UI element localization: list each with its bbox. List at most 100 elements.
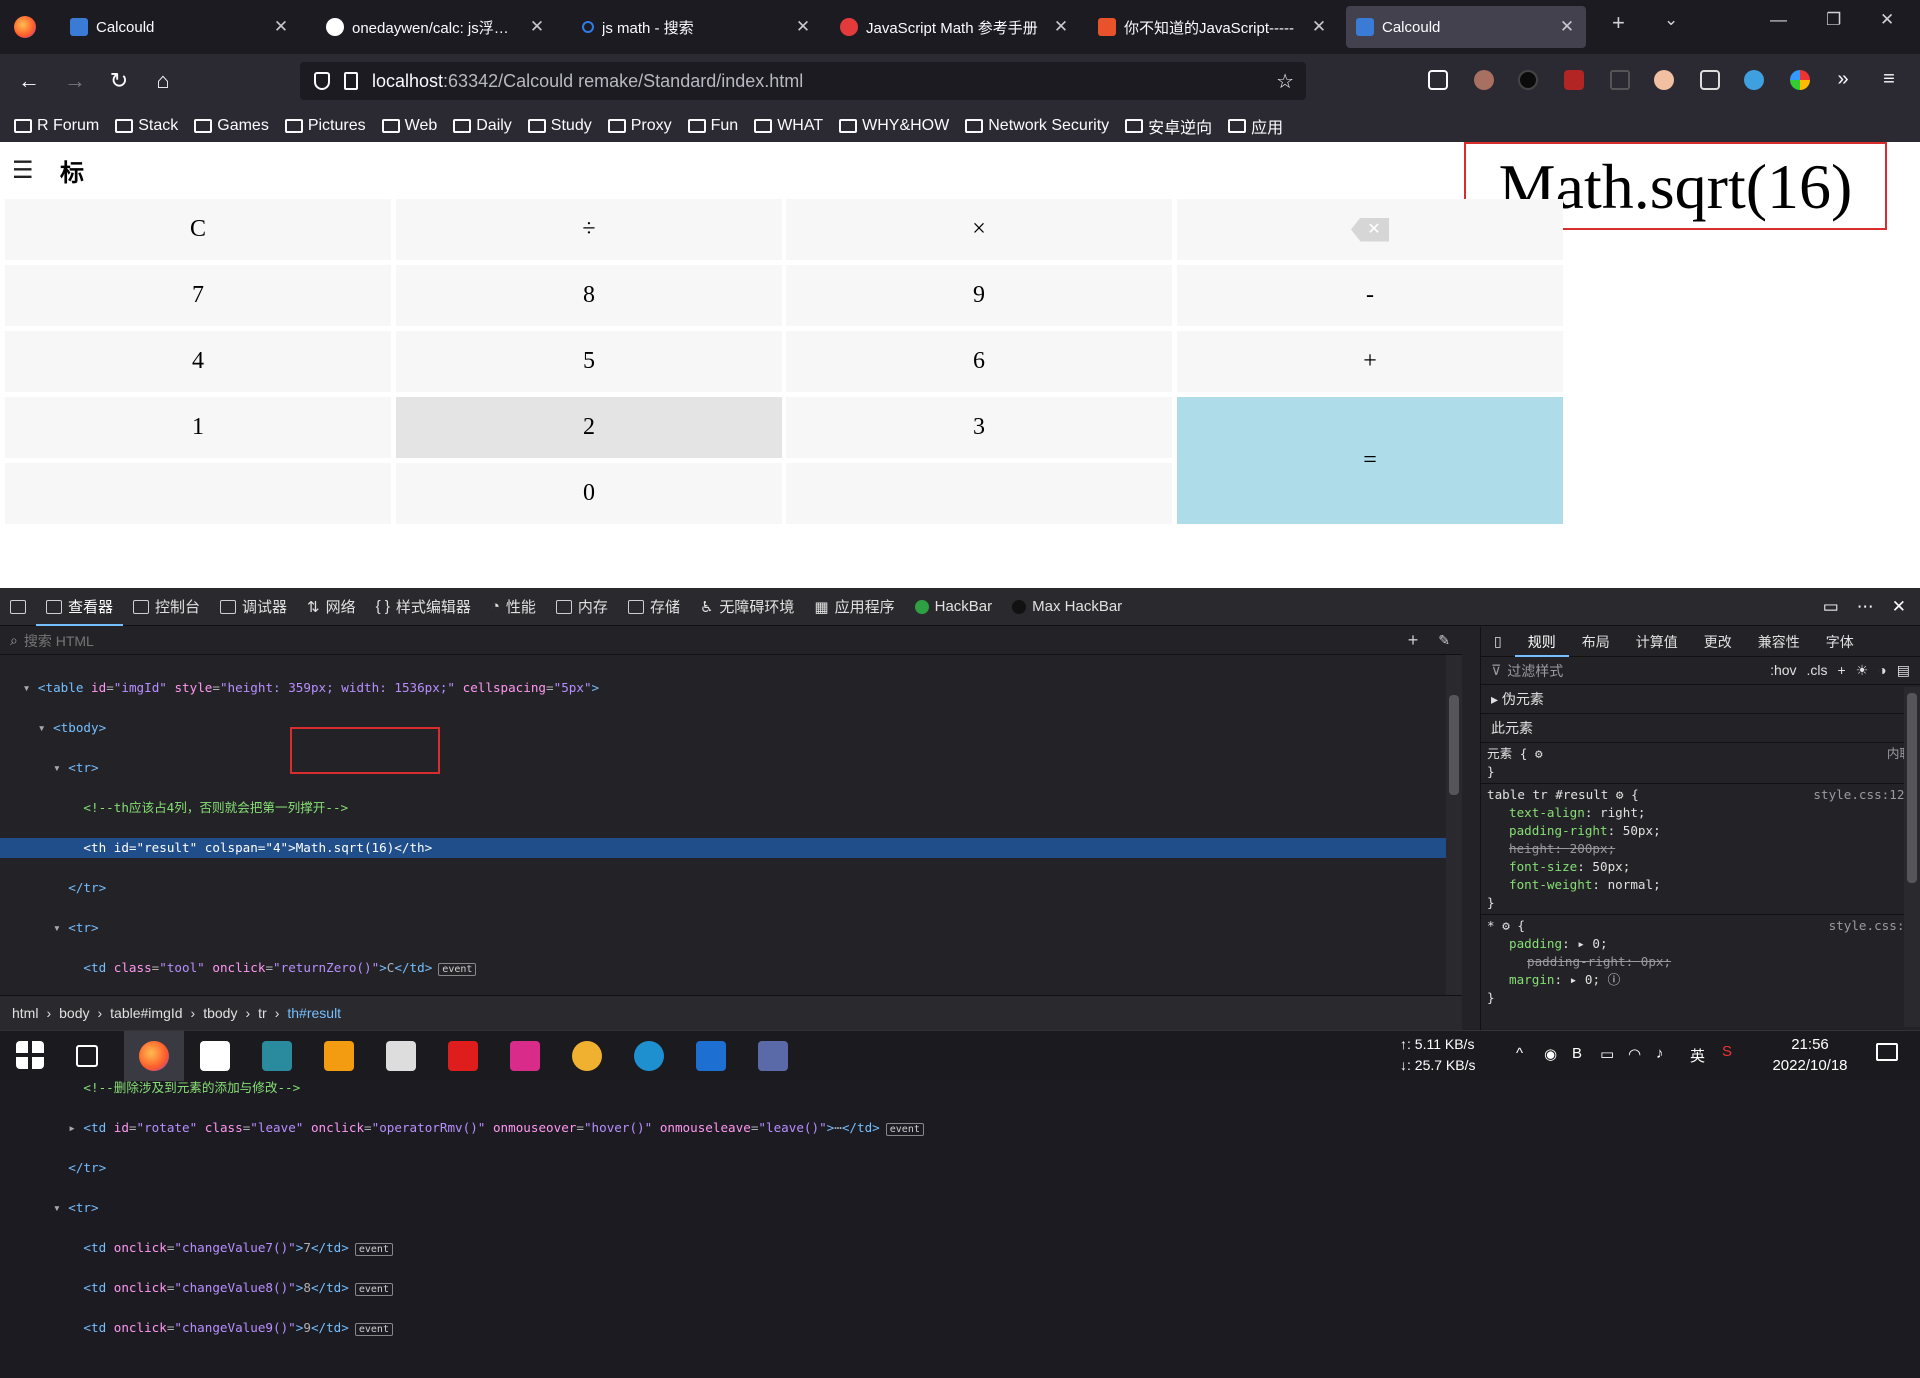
event-badge[interactable]: event bbox=[885, 1123, 924, 1136]
tree-node-tr-close[interactable]: </tr> bbox=[0, 878, 1462, 898]
tray-b-icon[interactable]: B bbox=[1572, 1045, 1582, 1062]
tab-style-editor[interactable]: { } 样式编辑器 bbox=[366, 588, 481, 626]
key-divide[interactable]: ÷ bbox=[396, 199, 782, 260]
bookmark-network-security[interactable]: Network Security bbox=[965, 117, 1109, 135]
close-tab-icon[interactable]: ✕ bbox=[528, 17, 546, 37]
tree-node-th-result[interactable]: <th id="result" colspan="4">Math.sqrt(16… bbox=[0, 838, 1462, 858]
event-badge[interactable]: event bbox=[354, 1323, 393, 1336]
pen-app-icon[interactable] bbox=[262, 1041, 292, 1071]
clock-time[interactable]: 21:56 bbox=[1770, 1036, 1850, 1053]
translate-extension-icon[interactable] bbox=[1744, 70, 1764, 90]
gear-icon[interactable]: ⚙ bbox=[1616, 787, 1624, 802]
toggle-layout-icon[interactable]: ▯ bbox=[1481, 627, 1515, 657]
bookmark-android-reverse[interactable]: 安卓逆向 bbox=[1125, 114, 1212, 138]
tab-compatibility[interactable]: 兼容性 bbox=[1745, 627, 1813, 657]
clock-date[interactable]: 2022/10/18 bbox=[1760, 1057, 1860, 1074]
calculator-icon[interactable] bbox=[758, 1041, 788, 1071]
tree-node-td-clear[interactable]: <td class="tool" onclick="returnZero()">… bbox=[0, 958, 1462, 978]
shield-icon[interactable] bbox=[314, 72, 330, 90]
tab-inspector[interactable]: 查看器 bbox=[36, 588, 123, 626]
dark-theme-icon[interactable]: ◑ bbox=[1878, 662, 1886, 679]
tab-accessibility[interactable]: ♿ 无障碍环境 bbox=[690, 588, 804, 626]
bookmark-pictures[interactable]: Pictures bbox=[284, 117, 366, 135]
key-1[interactable]: 1 bbox=[5, 397, 391, 458]
tree-node-tr[interactable]: ▾ <tr> bbox=[0, 1198, 1462, 1218]
key-backspace[interactable]: ✕ bbox=[1177, 199, 1563, 260]
webstorm-icon[interactable] bbox=[696, 1041, 726, 1071]
ime-indicator[interactable]: 英 bbox=[1690, 1045, 1705, 1066]
crumb-table[interactable]: table#imgId bbox=[110, 1005, 182, 1021]
key-row5c[interactable] bbox=[786, 463, 1172, 524]
tree-node-tr-close[interactable]: </tr> bbox=[0, 1158, 1462, 1178]
typora-icon[interactable] bbox=[200, 1041, 230, 1071]
crumb-html[interactable]: html bbox=[12, 1005, 38, 1021]
tab-storage[interactable]: 存储 bbox=[618, 588, 690, 626]
declaration[interactable]: font-weight: normal; bbox=[1487, 876, 1914, 894]
key-row5a[interactable] bbox=[5, 463, 391, 524]
rules-scrollbar[interactable] bbox=[1904, 687, 1920, 1027]
filter-styles[interactable]: ⊽ 过滤样式 :hov .cls + ☀ ◑ ▤ bbox=[1481, 657, 1920, 685]
key-minus[interactable]: - bbox=[1177, 265, 1563, 326]
close-tab-icon[interactable]: ✕ bbox=[794, 17, 812, 37]
declaration[interactable]: padding-right: 50px; bbox=[1487, 822, 1914, 840]
key-3[interactable]: 3 bbox=[786, 397, 1172, 458]
close-tab-icon[interactable]: ✕ bbox=[1310, 17, 1328, 37]
tab-computed[interactable]: 计算值 bbox=[1623, 627, 1691, 657]
tab-debugger[interactable]: 调试器 bbox=[210, 588, 297, 626]
colorful-extension-icon[interactable] bbox=[1790, 70, 1810, 90]
grid-extension-icon[interactable] bbox=[1610, 70, 1630, 90]
tree-node-comment[interactable]: <!--删除涉及到元素的添加与修改--> bbox=[0, 1078, 1462, 1098]
key-clear[interactable]: C bbox=[5, 199, 391, 260]
tray-app-icon[interactable]: ◉ bbox=[1544, 1045, 1557, 1063]
bookmark-daily[interactable]: Daily bbox=[453, 117, 512, 135]
eyedropper-icon[interactable]: ✎ bbox=[1438, 632, 1450, 649]
bookmark-why-how[interactable]: WHY&HOW bbox=[839, 117, 949, 135]
ublock-icon[interactable] bbox=[1564, 70, 1584, 90]
extension-dark-icon[interactable] bbox=[1518, 70, 1538, 90]
key-2[interactable]: 2 bbox=[396, 397, 782, 458]
crumb-body[interactable]: body bbox=[59, 1005, 89, 1021]
key-9[interactable]: 9 bbox=[786, 265, 1172, 326]
bookmark-what[interactable]: WHAT bbox=[754, 117, 823, 135]
bookmark-r-forum[interactable]: R Forum bbox=[14, 117, 99, 135]
tab-memory[interactable]: 内存 bbox=[546, 588, 618, 626]
close-window-icon[interactable]: ✕ bbox=[1880, 10, 1894, 30]
pocket-icon[interactable] bbox=[1428, 70, 1448, 90]
notification-icon[interactable] bbox=[1876, 1043, 1898, 1061]
tab-js-math[interactable]: JavaScript Math 参考手册 ✕ bbox=[830, 6, 1080, 48]
bookmark-fun[interactable]: Fun bbox=[687, 117, 738, 135]
declaration-overridden[interactable]: height: 200px; bbox=[1487, 840, 1914, 858]
add-node-icon[interactable]: + bbox=[1408, 630, 1419, 651]
tab-search[interactable]: js math - 搜索 ✕ bbox=[572, 6, 822, 48]
close-tab-icon[interactable]: ✕ bbox=[1558, 17, 1576, 37]
list-tabs-icon[interactable]: ⌄ bbox=[1664, 10, 1678, 30]
crumb-tr[interactable]: tr bbox=[258, 1005, 267, 1021]
bookmark-apps[interactable]: 应用 bbox=[1228, 114, 1283, 138]
pseudo-elements-section[interactable]: ▸ 伪元素 bbox=[1481, 685, 1920, 714]
forward-icon[interactable]: → bbox=[62, 68, 88, 94]
app-circle-icon[interactable] bbox=[572, 1041, 602, 1071]
print-media-icon[interactable]: ▤ bbox=[1897, 662, 1910, 679]
hov-toggle[interactable]: :hov bbox=[1770, 662, 1796, 679]
battery-icon[interactable]: ▭ bbox=[1600, 1045, 1614, 1063]
home-icon[interactable]: ⌂ bbox=[150, 68, 176, 94]
new-tab-icon[interactable]: + bbox=[1612, 10, 1625, 36]
filter-styles-input[interactable]: 过滤样式 bbox=[1507, 661, 1563, 681]
key-equals[interactable]: = bbox=[1177, 397, 1563, 524]
rule-result[interactable]: table tr #result ⚙ { style.css:120 text-… bbox=[1481, 784, 1920, 915]
book-icon[interactable] bbox=[386, 1041, 416, 1071]
reader-icon[interactable] bbox=[1700, 70, 1720, 90]
more-extensions-icon[interactable]: » bbox=[1830, 68, 1856, 91]
bookmark-web[interactable]: Web bbox=[381, 117, 437, 135]
markup-scrollbar[interactable] bbox=[1446, 655, 1462, 995]
tab-calcould-1[interactable]: Calcould ✕ bbox=[60, 6, 300, 48]
key-6[interactable]: 6 bbox=[786, 331, 1172, 392]
bookmark-games[interactable]: Games bbox=[194, 117, 269, 135]
reload-icon[interactable]: ↻ bbox=[106, 68, 132, 94]
bookmark-stack[interactable]: Stack bbox=[115, 117, 178, 135]
tab-github[interactable]: onedaywen/calc: js浮点数 ✕ bbox=[316, 6, 556, 48]
hamburger-menu-icon[interactable]: ≡ bbox=[1876, 68, 1902, 91]
rule-source-link[interactable]: style.css:4 bbox=[1829, 917, 1912, 935]
tab-application[interactable]: ▦ 应用程序 bbox=[804, 588, 904, 626]
back-icon[interactable]: ← bbox=[16, 68, 42, 94]
